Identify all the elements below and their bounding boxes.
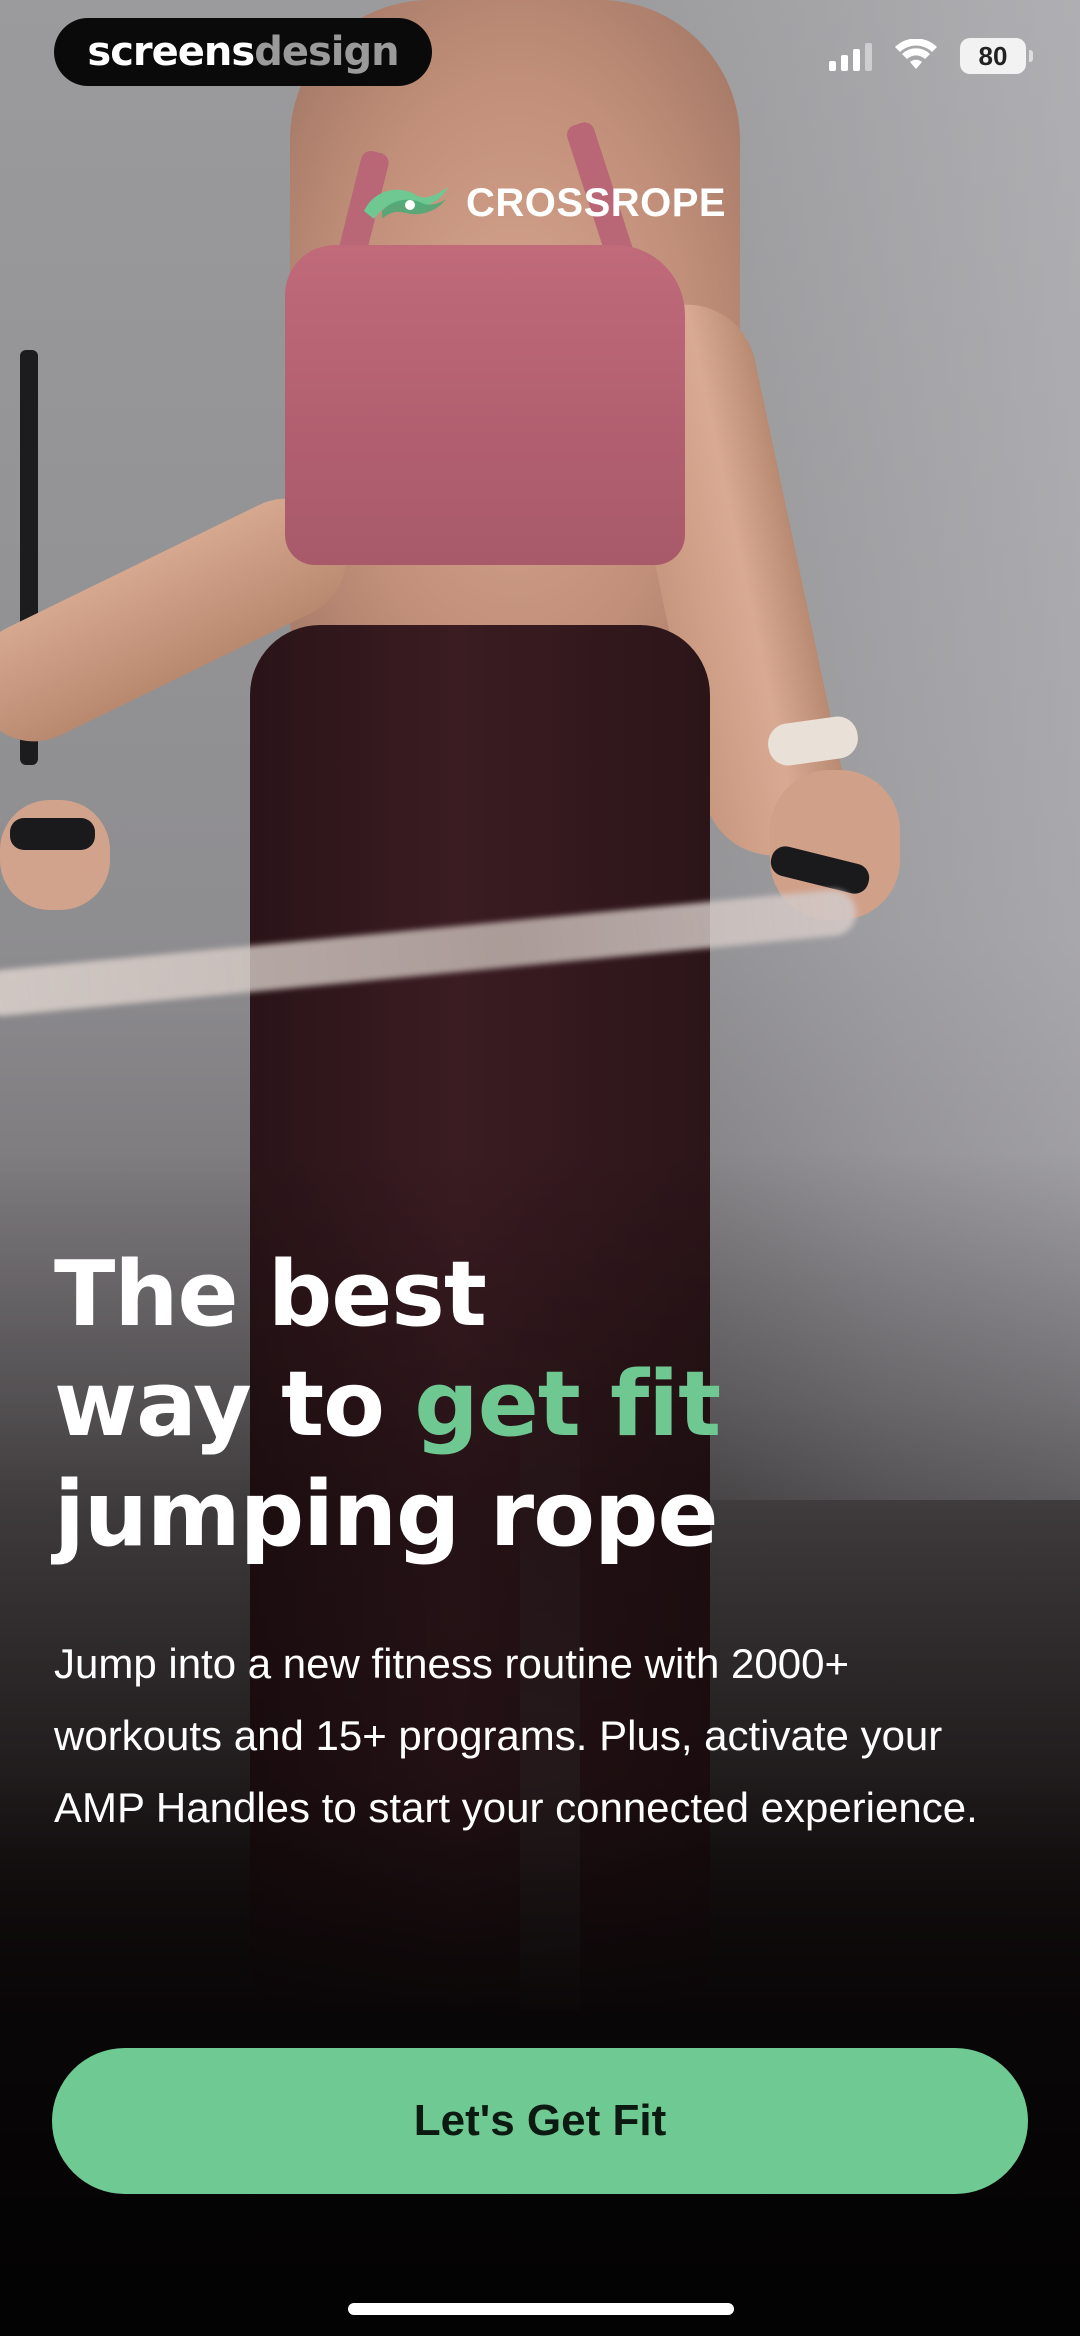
crossrope-logo: CROSSROPE [360,178,726,228]
rope-handle-left [10,818,95,850]
hero-headline: The best way to get fit jumping rope [54,1240,954,1570]
crossrope-swoosh-icon [364,187,448,219]
headline-line-3: jumping rope [54,1462,718,1567]
badge-word-1: screens [87,29,255,75]
badge-word-2: design [254,29,399,75]
left-hand [0,800,110,910]
screensdesign-badge: screens design [54,18,432,86]
onboarding-screen: screens design 80 CROSSROPE The best way … [0,0,1080,2336]
home-indicator[interactable] [348,2303,734,2315]
hero-description: Jump into a new fitness routine with 200… [54,1640,978,1831]
battery-level: 80 [978,40,1008,71]
lets-get-fit-button[interactable]: Let's Get Fit [52,2048,1028,2194]
hero-background-photo [0,0,1080,2336]
cellular-signal-icon [829,41,872,71]
wifi-icon [895,39,937,69]
sports-bra [285,245,685,565]
logo-wordmark: CROSSROPE [466,180,727,225]
battery-icon: 80 [960,38,1033,74]
headline-line-2-prefix: way to [54,1352,415,1457]
headline-line-1: The best [54,1242,487,1347]
headline-accent: get fit [414,1352,721,1457]
status-icons: 80 [829,36,1033,76]
